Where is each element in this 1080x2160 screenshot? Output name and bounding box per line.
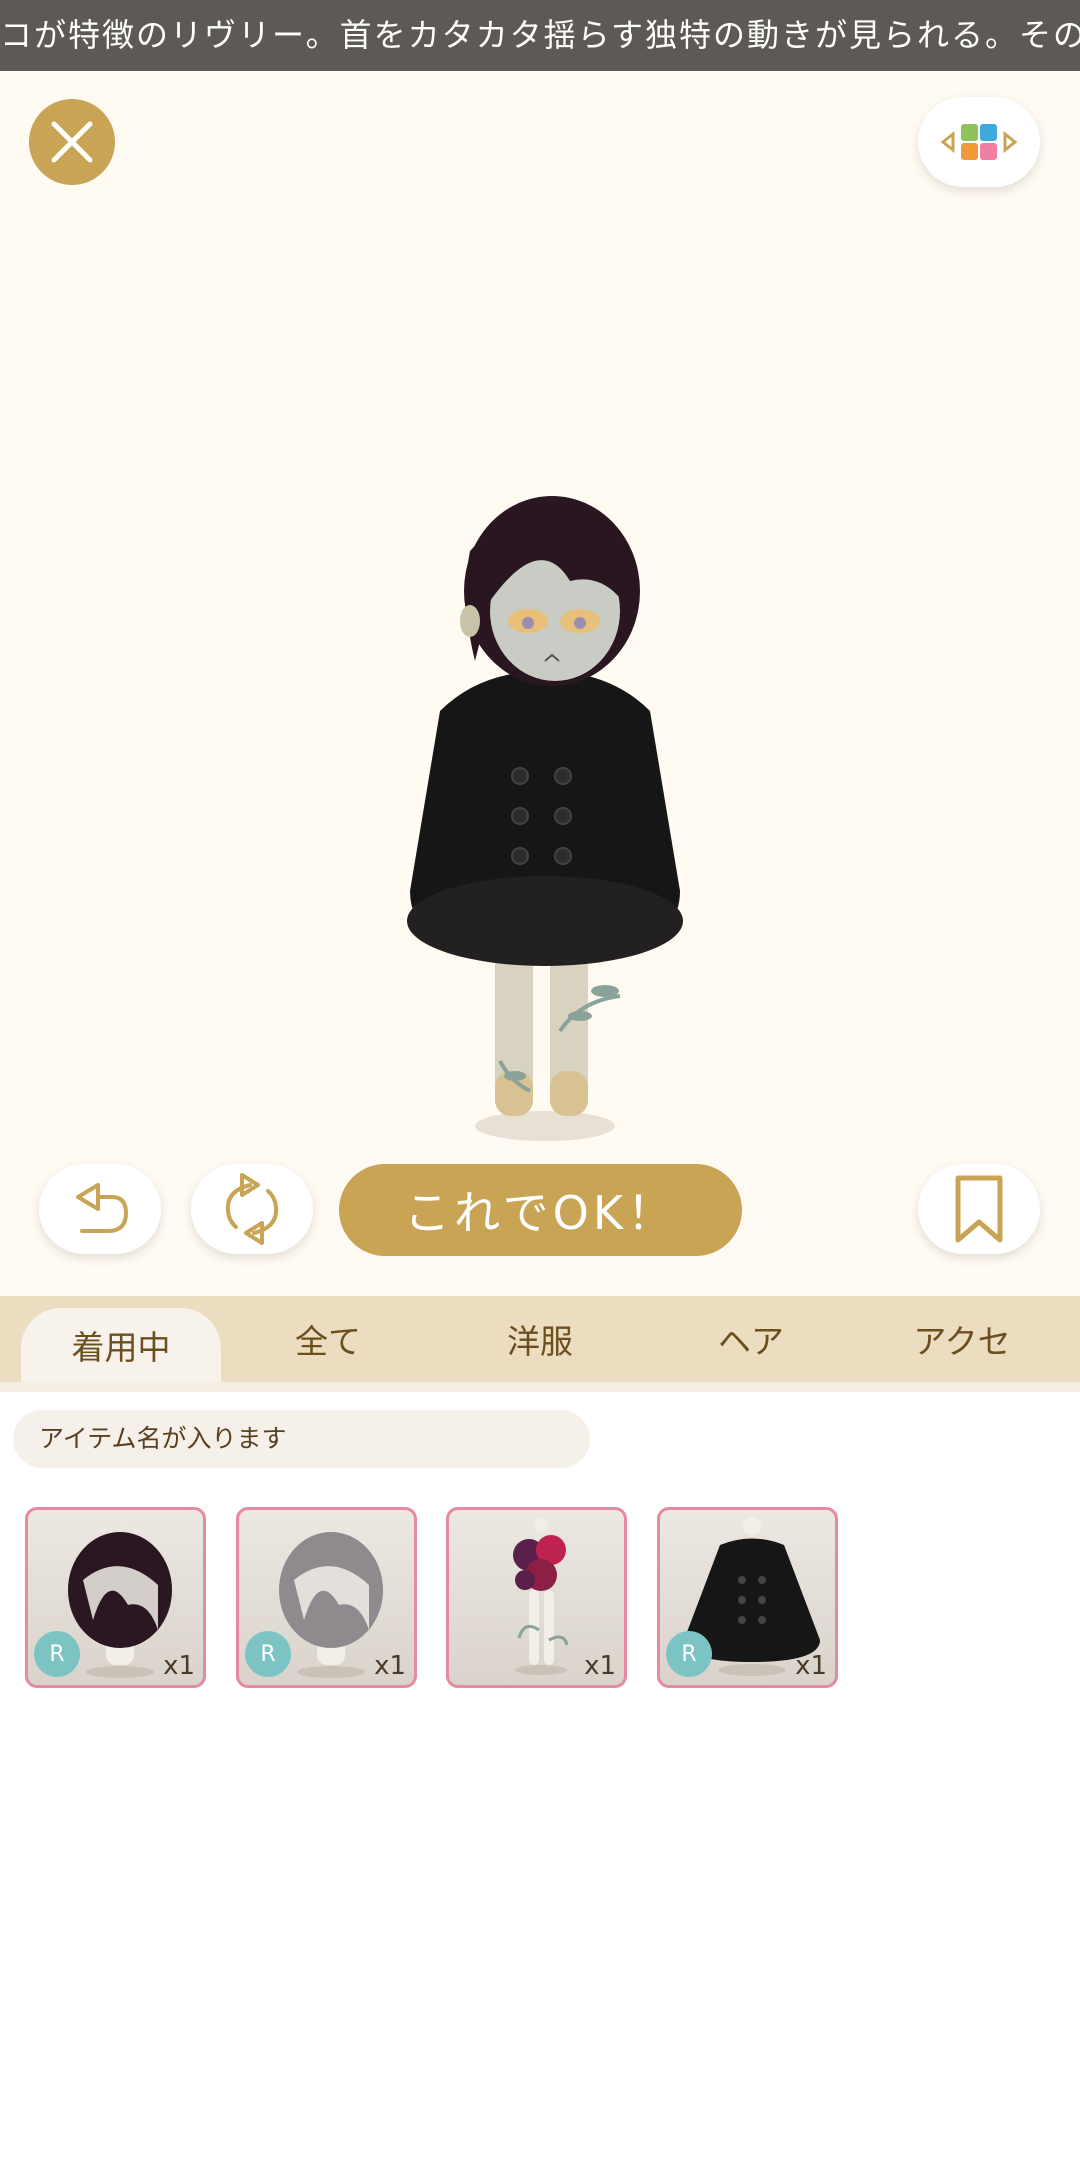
undo-button[interactable] bbox=[39, 1164, 161, 1254]
item-card-flower-body[interactable]: x1 bbox=[446, 1507, 627, 1688]
item-quantity: x1 bbox=[163, 1651, 195, 1681]
tab-all[interactable]: 全て bbox=[228, 1296, 428, 1382]
item-card-gray-hair[interactable]: R x1 bbox=[236, 1507, 417, 1688]
undo-icon bbox=[76, 1183, 129, 1233]
item-quantity: x1 bbox=[795, 1651, 827, 1681]
item-quantity: x1 bbox=[374, 1651, 406, 1681]
bookmark-button[interactable] bbox=[918, 1164, 1040, 1254]
tab-clothes[interactable]: 洋服 bbox=[440, 1296, 640, 1382]
confirm-ok-button[interactable]: これでOK！ bbox=[339, 1164, 742, 1256]
tab-accessories[interactable]: アクセ bbox=[862, 1296, 1062, 1382]
ticker-text: コが特徴のリヴリー。首をカタカタ揺らす独特の動きが見られる。その bbox=[0, 16, 1080, 54]
news-ticker: コが特徴のリヴリー。首をカタカタ揺らす独特の動きが見られる。その bbox=[0, 0, 1080, 71]
rotate-icon bbox=[225, 1173, 279, 1245]
tab-wearing[interactable]: 着用中 bbox=[21, 1308, 221, 1382]
avatar-stage bbox=[0, 71, 1080, 1296]
item-name-field: アイテム名が入ります bbox=[13, 1410, 590, 1468]
rarity-badge: R bbox=[245, 1631, 291, 1677]
item-list-panel: アイテム名が入ります R x1 R x1 x1 R x1 bbox=[0, 1392, 1080, 2160]
rarity-badge: R bbox=[34, 1631, 80, 1677]
rotate-button[interactable] bbox=[191, 1164, 313, 1254]
item-card-dark-hair[interactable]: R x1 bbox=[25, 1507, 206, 1688]
item-card-black-coat[interactable]: R x1 bbox=[657, 1507, 838, 1688]
avatar-character bbox=[407, 496, 683, 1141]
item-quantity: x1 bbox=[584, 1651, 616, 1681]
category-tab-bar: 着用中 全て 洋服 ヘア アクセ bbox=[0, 1296, 1080, 1392]
bookmark-icon bbox=[955, 1175, 1003, 1243]
rarity-badge: R bbox=[666, 1631, 712, 1677]
tab-hair[interactable]: ヘア bbox=[651, 1296, 851, 1382]
